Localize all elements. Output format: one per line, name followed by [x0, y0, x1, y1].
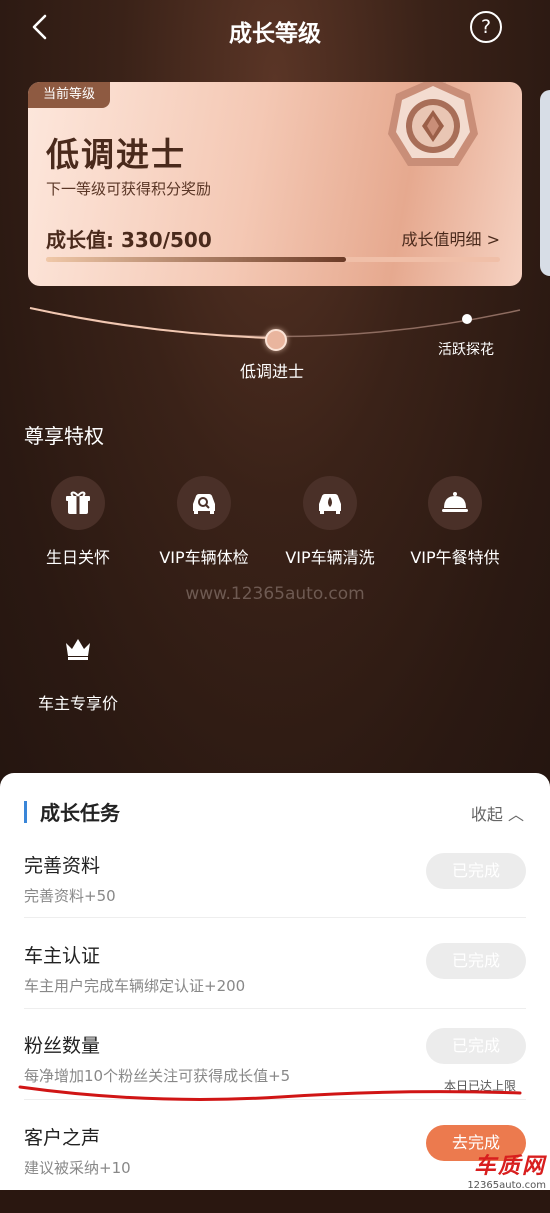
privilege-vip-wash[interactable]: VIP车辆清洗 [265, 476, 395, 568]
task-desc: 建议被采纳+10 [24, 1159, 131, 1177]
task-completed-button[interactable]: 已完成 [426, 853, 526, 889]
crown-icon [51, 622, 105, 676]
task-name: 车主认证 [24, 945, 101, 967]
watermark: www.12365auto.com [185, 584, 365, 604]
level-subtitle: 下一等级可获得积分奖励 [46, 180, 212, 198]
privilege-label: VIP车辆清洗 [285, 548, 375, 567]
medal-icon [388, 82, 478, 166]
privilege-vip-lunch[interactable]: VIP午餐特供 [390, 476, 520, 568]
growth-detail-link[interactable]: 成长值明细 > [402, 226, 501, 250]
task-name: 粉丝数量 [24, 1035, 101, 1057]
header: 成长等级 ? [0, 0, 550, 56]
current-level-label: 低调进士 [240, 362, 305, 381]
page-title: 成长等级 [229, 21, 321, 47]
site-logo-name: 车质网 [473, 1154, 546, 1179]
current-level-card: 当前等级 低调进士 下一等级可获得积分奖励 成长值: 330/500 成长值明细… [28, 82, 522, 286]
site-logo: 车质网 12365auto.com [438, 1148, 546, 1191]
task-completed-button[interactable]: 已完成 [426, 1028, 526, 1064]
growth-progress-fill [46, 257, 346, 262]
title-accent-bar [24, 801, 27, 823]
privilege-label: 生日关怀 [45, 548, 110, 567]
next-level-card-peek[interactable] [540, 90, 550, 276]
next-level-label: 活跃探花 [438, 342, 494, 358]
task-name: 完善资料 [24, 855, 101, 877]
growth-value: 成长值: 330/500 [46, 228, 212, 252]
level-name: 低调进士 [46, 135, 186, 174]
car-wash-icon [303, 476, 357, 530]
collapse-button[interactable]: 收起 ︿ [471, 801, 524, 825]
privilege-birthday[interactable]: 生日关怀 [13, 476, 143, 568]
divider [24, 1008, 526, 1009]
privilege-label: VIP车辆体检 [159, 548, 249, 567]
privileges-title: 尊享特权 [24, 424, 104, 448]
task-desc: 车主用户完成车辆绑定认证+200 [24, 977, 246, 995]
task-desc: 完善资料+50 [24, 887, 116, 905]
level-track: 低调进士 活跃探花 [0, 296, 550, 386]
privilege-vip-inspection[interactable]: VIP车辆体检 [139, 476, 269, 568]
task-item: 车主认证 车主用户完成车辆绑定认证+200 已完成 [24, 941, 526, 1031]
growth-progress-bar [46, 257, 500, 262]
current-level-dot [265, 329, 287, 351]
divider [24, 917, 526, 918]
next-level-dot [462, 314, 472, 324]
site-logo-url: 12365auto.com [467, 1180, 546, 1191]
privilege-label: VIP午餐特供 [410, 548, 500, 567]
task-name: 客户之声 [24, 1127, 101, 1149]
current-level-tag: 当前等级 [28, 82, 110, 108]
tasks-title: 成长任务 [40, 801, 120, 825]
dish-cover-icon [428, 476, 482, 530]
privilege-owner-price[interactable]: 车主专享价 [13, 622, 143, 714]
gift-icon [51, 476, 105, 530]
task-item: 完善资料 完善资料+50 已完成 [24, 851, 526, 941]
help-button[interactable]: ? [470, 11, 502, 43]
task-completed-button[interactable]: 已完成 [426, 943, 526, 979]
growth-tasks-panel: 成长任务 收起 ︿ 完善资料 完善资料+50 已完成 车主认证 车主用户完成车辆… [0, 773, 550, 1190]
question-icon: ? [480, 16, 492, 38]
car-inspect-icon [177, 476, 231, 530]
privilege-label: 车主专享价 [37, 694, 118, 713]
red-underline-annotation [18, 1085, 522, 1101]
